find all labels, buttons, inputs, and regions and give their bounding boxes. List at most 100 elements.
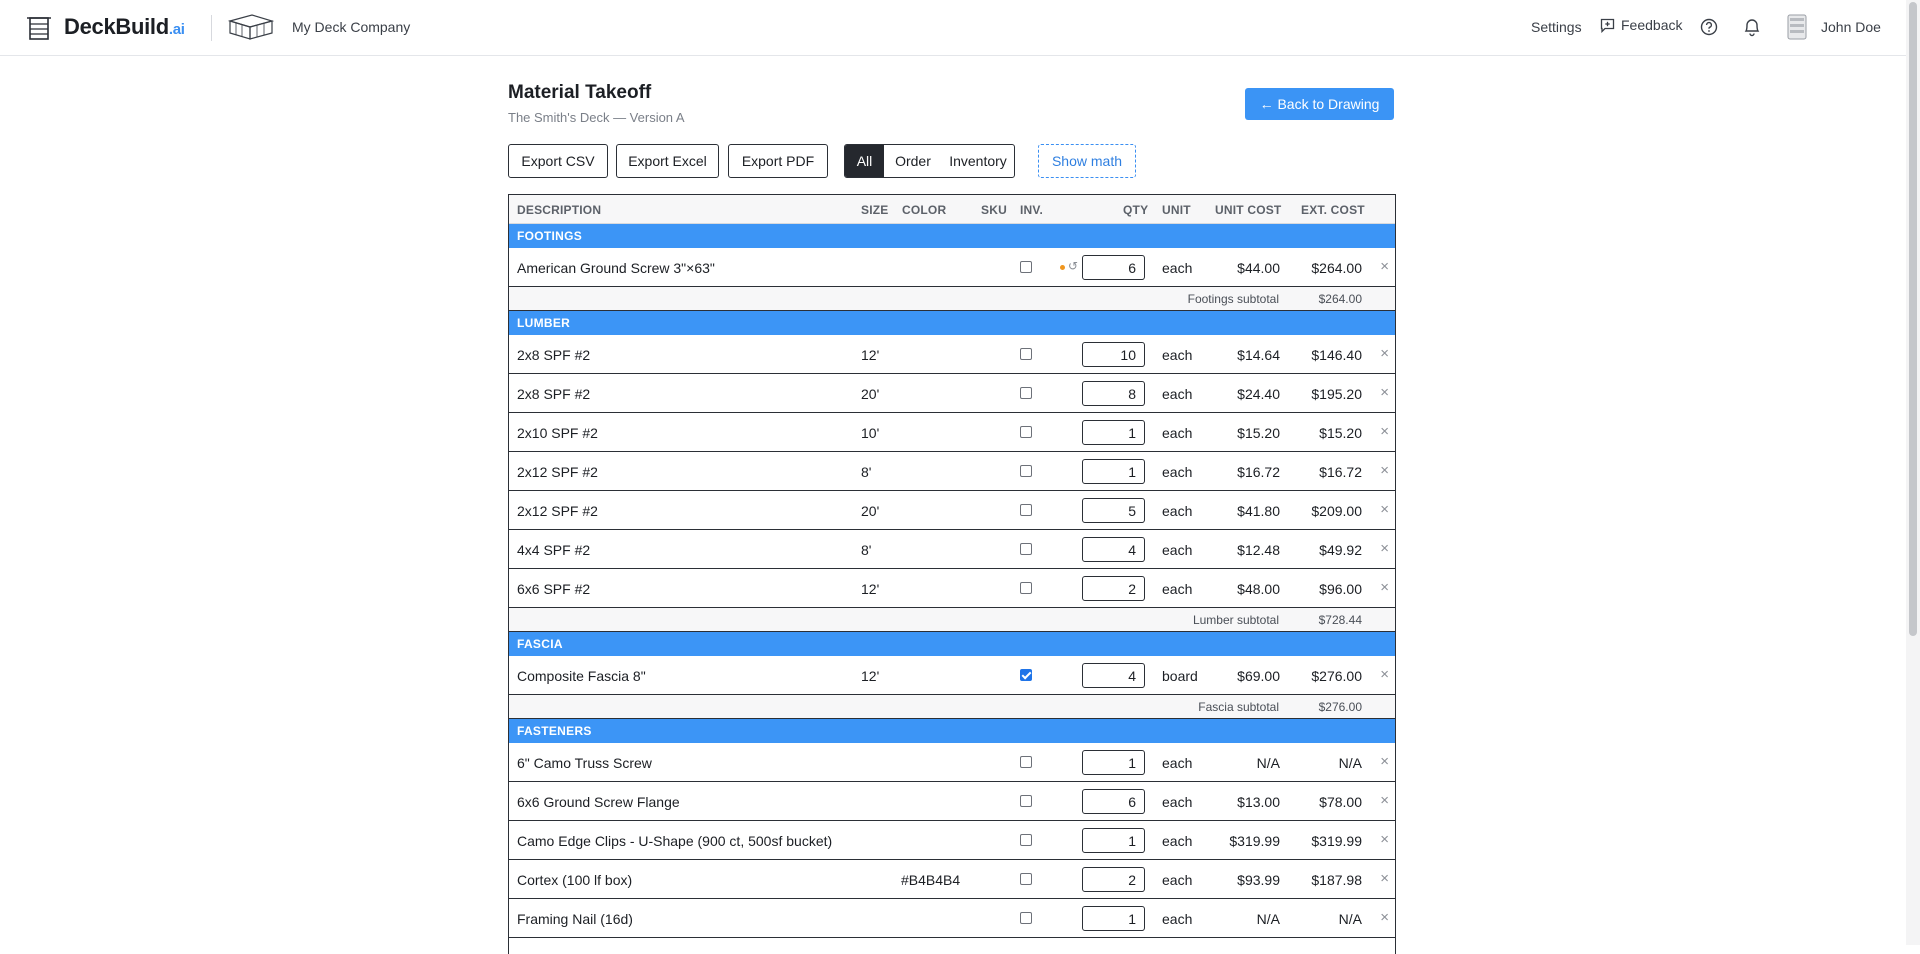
remove-row-close-icon[interactable]: × — [1380, 384, 1389, 401]
remove-row-close-icon[interactable]: × — [1380, 540, 1389, 557]
quantity-input[interactable]: 1 — [1082, 420, 1145, 445]
remove-row-close-icon[interactable]: × — [1380, 831, 1389, 848]
item-ext-cost: $209.00 — [1311, 503, 1362, 519]
remove-row-close-icon[interactable]: × — [1380, 909, 1389, 926]
remove-row-close-icon[interactable]: × — [1380, 579, 1389, 596]
item-size: 8' — [861, 464, 872, 480]
back-to-drawing-button[interactable]: ← Back to Drawing — [1245, 88, 1394, 120]
subtotal-row: Fascia subtotal $276.00 — [509, 695, 1395, 719]
item-unit-cost: N/A — [1256, 755, 1280, 771]
category-header: LUMBER — [509, 311, 1395, 335]
inventory-checkbox[interactable] — [1020, 465, 1032, 477]
item-unit: each — [1162, 386, 1193, 402]
item-ext-cost: $146.40 — [1311, 347, 1362, 363]
inventory-checkbox[interactable] — [1020, 912, 1032, 924]
remove-row-close-icon[interactable]: × — [1380, 870, 1389, 887]
help-icon[interactable] — [1700, 18, 1718, 36]
item-unit-cost: $16.72 — [1237, 464, 1280, 480]
item-ext-cost: N/A — [1338, 911, 1362, 927]
subtotal-row: Lumber subtotal $728.44 — [509, 608, 1395, 632]
show-math-button[interactable]: Show math — [1038, 144, 1136, 178]
filter-inventory-tab[interactable]: Inventory — [942, 145, 1014, 177]
item-description: 6x6 Ground Screw Flange — [517, 794, 680, 810]
item-description: Cortex (100 lf box) — [517, 872, 633, 888]
filter-all-tab[interactable]: All — [845, 145, 884, 177]
quantity-input[interactable]: 10 — [1082, 342, 1145, 367]
filter-segmented-control: All Order Inventory — [844, 144, 1015, 178]
quantity-input[interactable]: 6 — [1082, 255, 1145, 280]
filter-order-tab[interactable]: Order — [884, 145, 942, 177]
remove-row-close-icon[interactable]: × — [1380, 666, 1389, 683]
item-unit-cost: $12.48 — [1237, 542, 1280, 558]
topbar-divider — [211, 15, 212, 41]
item-description: American Ground Screw 3"×63" — [517, 260, 715, 276]
remove-row-close-icon[interactable]: × — [1380, 258, 1389, 275]
quantity-input[interactable]: 2 — [1082, 867, 1145, 892]
inventory-checkbox[interactable] — [1020, 873, 1032, 885]
item-unit: board — [1162, 668, 1198, 684]
settings-link[interactable]: Settings — [1531, 19, 1582, 35]
quantity-input[interactable]: 2 — [1082, 576, 1145, 601]
inventory-checkbox[interactable] — [1020, 543, 1032, 555]
inventory-checkbox[interactable] — [1020, 387, 1032, 399]
remove-row-close-icon[interactable]: × — [1380, 753, 1389, 770]
table-row: American Ground Screw 3"×63" ↺ 6 each $4… — [509, 248, 1395, 287]
export-csv-button[interactable]: Export CSV — [508, 144, 608, 178]
reset-quantity-icon[interactable]: ↺ — [1068, 259, 1078, 273]
inventory-checkbox[interactable] — [1020, 504, 1032, 516]
inventory-checkbox[interactable] — [1020, 756, 1032, 768]
user-name[interactable]: John Doe — [1821, 19, 1881, 35]
quantity-input[interactable]: 4 — [1082, 537, 1145, 562]
item-unit: each — [1162, 503, 1193, 519]
item-size: 10' — [861, 425, 880, 441]
item-ext-cost: $15.20 — [1319, 425, 1362, 441]
inventory-checkbox[interactable] — [1020, 348, 1032, 360]
table-row: Camo Edge Clips - U-Shape (900 ct, 500sf… — [509, 821, 1395, 860]
scrollbar-thumb[interactable] — [1909, 2, 1917, 636]
category-header: FASCIA — [509, 632, 1395, 656]
brand-name[interactable]: DeckBuild.ai — [64, 14, 185, 40]
quantity-input[interactable]: 6 — [1082, 789, 1145, 814]
quantity-input[interactable]: 1 — [1082, 906, 1145, 931]
quantity-input[interactable]: 1 — [1082, 828, 1145, 853]
item-ext-cost: $195.20 — [1311, 386, 1362, 402]
inventory-checkbox[interactable] — [1020, 795, 1032, 807]
item-unit-cost: $69.00 — [1237, 668, 1280, 684]
remove-row-close-icon[interactable]: × — [1380, 345, 1389, 362]
deckbuild-logo-icon[interactable] — [26, 15, 52, 41]
remove-row-close-icon[interactable]: × — [1380, 501, 1389, 518]
user-avatar[interactable] — [1787, 14, 1807, 40]
remove-row-close-icon[interactable]: × — [1380, 423, 1389, 440]
item-unit: each — [1162, 794, 1193, 810]
quantity-input[interactable]: 8 — [1082, 381, 1145, 406]
item-unit: each — [1162, 872, 1193, 888]
inventory-checkbox[interactable] — [1020, 261, 1032, 273]
item-ext-cost: $49.92 — [1319, 542, 1362, 558]
export-pdf-button[interactable]: Export PDF — [728, 144, 828, 178]
col-ext-cost: EXT. COST — [1301, 203, 1365, 217]
item-unit: each — [1162, 581, 1193, 597]
item-color: #B4B4B4 — [901, 872, 961, 888]
page-scrollbar[interactable] — [1906, 0, 1920, 945]
remove-row-close-icon[interactable]: × — [1380, 792, 1389, 809]
item-ext-cost: $187.98 — [1311, 872, 1362, 888]
quantity-input[interactable]: 4 — [1082, 663, 1145, 688]
inventory-checkbox[interactable] — [1020, 582, 1032, 594]
quantity-input[interactable]: 1 — [1082, 750, 1145, 775]
inventory-checkbox[interactable] — [1020, 669, 1032, 681]
table-row: 6" Camo Truss Screw 1 each N/A N/A × — [509, 743, 1395, 782]
export-excel-button[interactable]: Export Excel — [616, 144, 719, 178]
company-name[interactable]: My Deck Company — [292, 19, 410, 35]
inventory-checkbox[interactable] — [1020, 834, 1032, 846]
inventory-checkbox[interactable] — [1020, 426, 1032, 438]
quantity-input[interactable]: 1 — [1082, 459, 1145, 484]
category-label: FASTENERS — [517, 724, 592, 738]
feedback-link[interactable]: Feedback — [1600, 17, 1682, 33]
item-unit: each — [1162, 833, 1193, 849]
notifications-bell-icon[interactable] — [1743, 17, 1761, 37]
subtotal-label: Footings subtotal — [1187, 292, 1279, 306]
quantity-input[interactable]: 5 — [1082, 498, 1145, 523]
table-header: DESCRIPTION SIZE COLOR SKU INV. QTY UNIT… — [509, 195, 1395, 224]
category-label: LUMBER — [517, 316, 571, 330]
remove-row-close-icon[interactable]: × — [1380, 462, 1389, 479]
